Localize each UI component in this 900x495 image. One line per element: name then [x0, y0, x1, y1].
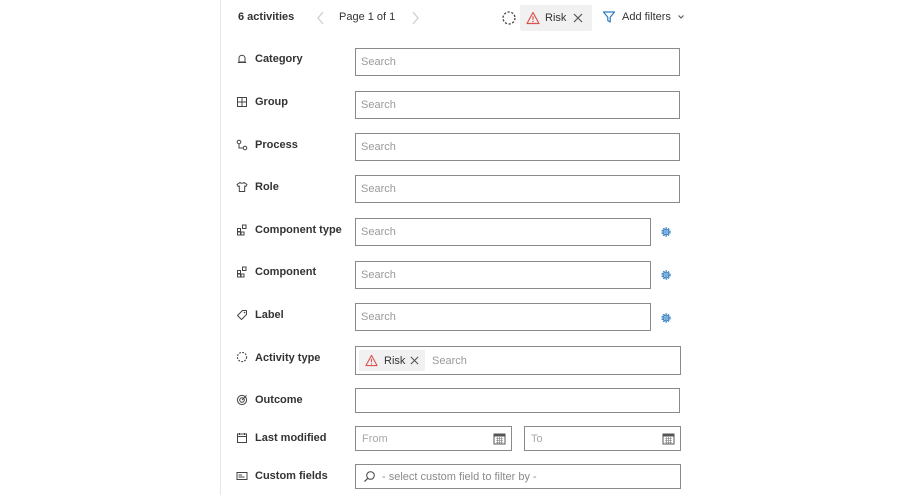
active-filter-label: Risk: [545, 12, 567, 24]
activity-type-multiselect[interactable]: Risk: [355, 346, 681, 375]
chevron-down-icon[interactable]: [677, 13, 685, 21]
activity-type-chip-label: Risk: [384, 355, 406, 367]
activity-icon: [236, 351, 248, 363]
activity-type-label: Activity type: [255, 352, 321, 364]
components-icon: [237, 266, 247, 278]
component-type-label: Component type: [255, 224, 342, 236]
chevron-left-icon[interactable]: [315, 10, 327, 26]
grid-icon: [237, 97, 247, 107]
custom-fields-label: Custom fields: [255, 470, 328, 482]
components-icon: [237, 224, 247, 236]
process-search-input[interactable]: [355, 133, 680, 161]
custom-field-search-input[interactable]: [380, 466, 674, 487]
outcome-input[interactable]: [355, 388, 680, 413]
activity-count: 6 activities: [238, 11, 295, 23]
custom-field-icon: [236, 472, 248, 480]
date-to-input[interactable]: [525, 427, 667, 450]
filter-icon[interactable]: [602, 10, 616, 24]
activity-icon[interactable]: [501, 10, 517, 26]
shirt-icon: [236, 182, 248, 192]
gear-icon[interactable]: [659, 311, 673, 325]
calendar-icon[interactable]: [662, 432, 675, 445]
label-search-input[interactable]: [355, 303, 651, 331]
role-search-input[interactable]: [355, 175, 680, 203]
bell-icon: [237, 54, 247, 63]
warning-icon: [526, 11, 540, 25]
component-search-input[interactable]: [355, 261, 651, 289]
outcome-label: Outcome: [255, 394, 303, 406]
date-from-input[interactable]: [356, 427, 498, 450]
target-icon: [236, 394, 248, 406]
category-label: Category: [255, 53, 303, 65]
toolbar: 6 activities Page 1 of 1 Risk Add filter…: [221, 0, 691, 36]
close-icon[interactable]: [409, 355, 420, 366]
active-filter-chip[interactable]: Risk: [520, 5, 592, 31]
role-label: Role: [255, 181, 279, 193]
calendar-icon: [237, 433, 247, 443]
group-search-input[interactable]: [355, 91, 680, 119]
calendar-icon[interactable]: [493, 432, 506, 445]
label-label: Label: [255, 309, 284, 321]
tag-icon: [237, 310, 247, 320]
filter-panel: 6 activities Page 1 of 1 Risk Add filter…: [220, 0, 691, 495]
chevron-right-icon[interactable]: [409, 10, 421, 26]
search-icon: [364, 471, 375, 483]
component-type-search-input[interactable]: [355, 218, 651, 246]
process-icon: [236, 139, 248, 151]
activity-type-chip[interactable]: Risk: [359, 350, 425, 371]
custom-field-select[interactable]: [355, 464, 681, 489]
gear-icon[interactable]: [659, 268, 673, 282]
last-modified-label: Last modified: [255, 432, 327, 444]
component-label: Component: [255, 266, 317, 278]
add-filters-button[interactable]: Add filters: [622, 11, 671, 23]
warning-icon: [365, 354, 378, 367]
gear-icon[interactable]: [659, 225, 673, 239]
activity-type-search-input[interactable]: [431, 350, 673, 371]
date-to-field[interactable]: [524, 426, 681, 451]
date-from-field[interactable]: [355, 426, 512, 451]
close-icon[interactable]: [572, 12, 584, 24]
group-label: Group: [255, 96, 288, 108]
page-indicator: Page 1 of 1: [339, 11, 396, 23]
process-label: Process: [255, 139, 298, 151]
category-search-input[interactable]: [355, 48, 680, 76]
